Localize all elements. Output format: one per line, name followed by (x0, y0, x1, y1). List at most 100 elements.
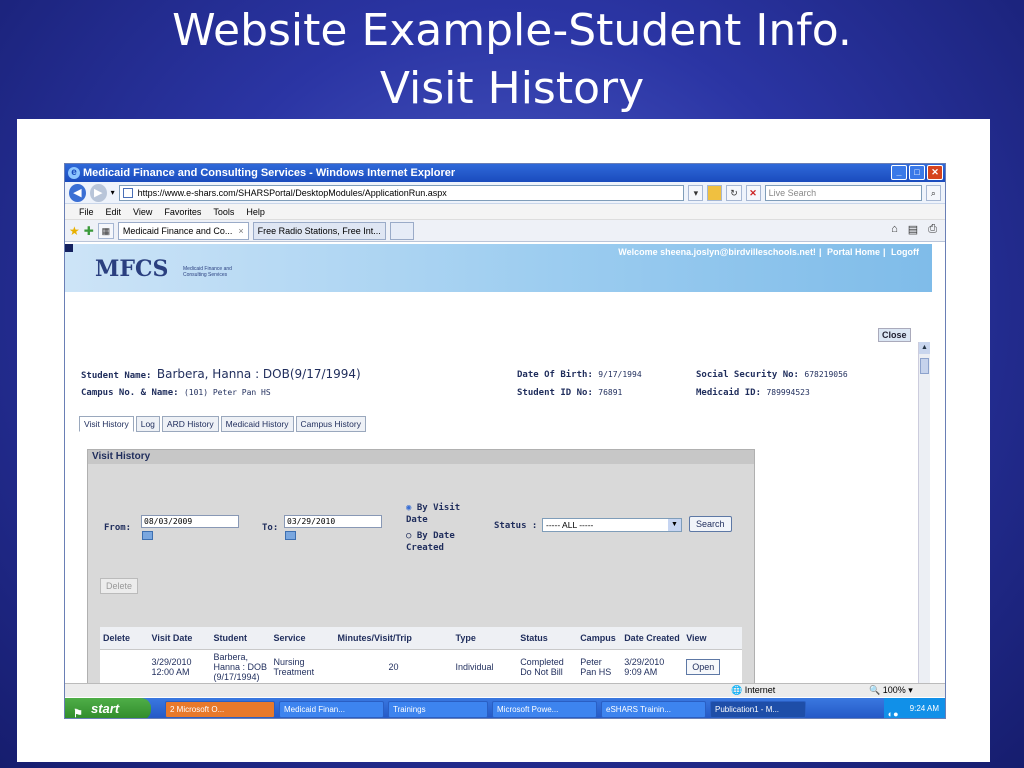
print-icon[interactable]: ⎙ (928, 223, 937, 236)
search-input[interactable]: Live Search (764, 184, 922, 201)
portal-home-link[interactable]: Portal Home (827, 247, 880, 257)
taskbar-item-publication[interactable]: Publication1 - M... (710, 700, 806, 718)
add-favorite-icon[interactable]: ✚ (84, 224, 94, 238)
address-dropdown-button[interactable]: ▾ (688, 184, 704, 201)
open-button[interactable]: Open (686, 658, 721, 675)
delete-button[interactable]: Delete (100, 578, 139, 594)
page-icon (122, 187, 133, 198)
close-window-button[interactable]: ✕ (927, 165, 943, 180)
tab-medicaid-history[interactable]: Medicaid History (220, 416, 294, 432)
menu-edit[interactable]: Edit (106, 204, 122, 219)
back-button[interactable]: ◀ (69, 183, 86, 202)
ssn-value: 678219056 (804, 370, 848, 379)
student-id-value: 76891 (598, 388, 623, 397)
col-service[interactable]: Service (270, 627, 335, 650)
slide-title-line2: Visit History (379, 63, 645, 114)
scroll-thumb[interactable] (920, 358, 929, 374)
taskbar-item-medicaid[interactable]: Medicaid Finan... (279, 700, 384, 718)
banner-corner (65, 244, 73, 252)
to-label: To: (262, 523, 279, 533)
forward-button[interactable]: ▶ (89, 183, 107, 202)
tab-close-icon[interactable]: × (238, 223, 243, 239)
dob-label: Date Of Birth: (517, 370, 593, 380)
scroll-up-icon[interactable]: ▲ (919, 342, 930, 354)
radio-by-date-created[interactable]: ○ By Date Created (406, 530, 478, 554)
search-icon[interactable]: ⌕ (925, 184, 941, 201)
new-tab-button[interactable] (389, 221, 414, 240)
logoff-link[interactable]: Logoff (891, 247, 919, 257)
cell-delete (100, 649, 148, 684)
tab-log[interactable]: Log (135, 416, 160, 432)
menu-view[interactable]: View (133, 204, 152, 219)
col-status[interactable]: Status (517, 627, 578, 650)
col-campus[interactable]: Campus (577, 627, 622, 650)
col-student[interactable]: Student (210, 627, 271, 650)
browser-status-bar: 🌐 Internet 🔍 100% ▾ (65, 683, 945, 697)
tray-icons[interactable]: ◐● (888, 703, 899, 718)
status-label: Status : (494, 521, 538, 531)
menu-favorites[interactable]: Favorites (164, 204, 201, 219)
start-button[interactable]: ⚑ start (65, 698, 151, 719)
refresh-button[interactable]: ↻ (726, 184, 742, 201)
tab-ard-history[interactable]: ARD History (161, 416, 219, 432)
col-date-created[interactable]: Date Created (621, 627, 684, 650)
medicaid-row: Medicaid ID: 789994523 (696, 388, 810, 398)
stop-button[interactable]: ✕ (745, 184, 761, 201)
visit-history-heading: Visit History (88, 450, 754, 464)
to-date-input[interactable]: 03/29/2010 (284, 515, 382, 528)
page-viewport: MFCS Medicaid Finance and Consulting Ser… (65, 244, 932, 684)
col-type[interactable]: Type (452, 627, 518, 650)
student-id-label: Student ID No: (517, 388, 593, 398)
taskbar-item-trainings[interactable]: Trainings (388, 700, 488, 718)
menu-help[interactable]: Help (246, 204, 265, 219)
col-view[interactable]: View (683, 627, 742, 650)
favorites-star-icon[interactable]: ★ (69, 224, 80, 238)
menu-file[interactable]: File (79, 204, 94, 219)
zoom-control[interactable]: 🔍 100% ▾ (869, 684, 913, 697)
lock-icon[interactable] (707, 184, 723, 201)
cell-status: Completed Do Not Bill (520, 656, 564, 677)
col-minutes[interactable]: Minutes/Visit/Trip (334, 627, 453, 650)
from-calendar-icon[interactable] (142, 531, 153, 540)
feeds-icon[interactable]: ▤ (908, 223, 918, 236)
status-select[interactable]: ----- ALL ----- ▼ (542, 518, 682, 532)
home-icon[interactable]: ⌂ (891, 223, 898, 236)
cell-campus: Peter Pan HS (580, 656, 612, 677)
history-dropdown-icon[interactable]: ▾ (111, 188, 115, 197)
from-date-input[interactable]: 08/03/2009 (141, 515, 239, 528)
medicaid-label: Medicaid ID: (696, 388, 762, 398)
tab-visit-history[interactable]: Visit History (79, 416, 134, 432)
campus-value: (101) Peter Pan HS (183, 388, 271, 397)
search-button[interactable]: Search (689, 516, 732, 532)
col-delete[interactable]: Delete (100, 627, 149, 650)
site-banner: MFCS Medicaid Finance and Consulting Ser… (65, 244, 932, 292)
radio-by-visit-date[interactable]: ◉ By Visit Date (406, 502, 476, 526)
windows-taskbar: ⚑ start 2 Microsoft O... Medicaid Finan.… (65, 698, 945, 719)
vertical-scrollbar[interactable]: ▲ ▼ (918, 342, 930, 684)
taskbar-item-eshars[interactable]: eSHARS Trainin... (601, 700, 706, 718)
slide-title-line1: Website Example-Student Info. (172, 5, 852, 56)
tab-medicaid[interactable]: Medicaid Finance and Co... × (117, 221, 249, 240)
col-visit-date[interactable]: Visit Date (148, 627, 211, 650)
system-tray: ◐● 9:24 AM (883, 698, 945, 718)
quick-tabs-icon[interactable]: ▦ (97, 222, 114, 239)
radio-unchecked-icon: ○ (406, 531, 412, 541)
address-input[interactable]: https://www.e-shars.com/SHARSPortal/Desk… (118, 184, 685, 201)
tab-campus-history[interactable]: Campus History (295, 416, 366, 432)
close-button[interactable]: Close (878, 328, 911, 342)
student-name-row: Student Name: Barbera, Hanna : DOB(9/17/… (81, 367, 361, 381)
windows-flag-icon: ⚑ (73, 708, 83, 719)
maximize-button[interactable]: □ (909, 165, 925, 180)
address-bar-row: ◀ ▶ ▾ https://www.e-shars.com/SHARSPorta… (65, 182, 945, 204)
taskbar-item-powerpoint[interactable]: Microsoft Powe... (492, 700, 597, 718)
table-header-row: Delete Visit Date Student Service Minute… (100, 627, 742, 650)
menu-tools[interactable]: Tools (213, 204, 234, 219)
campus-label: Campus No. & Name: (81, 388, 179, 398)
cell-minutes: 20 (388, 661, 399, 672)
tab-radio[interactable]: Free Radio Stations, Free Int... (252, 221, 386, 240)
taskbar-item-outlook[interactable]: 2 Microsoft O... (165, 700, 275, 718)
zone-indicator: 🌐 Internet (731, 685, 776, 695)
to-calendar-icon[interactable] (285, 531, 296, 540)
campus-row: Campus No. & Name: (101) Peter Pan HS (81, 388, 271, 398)
minimize-button[interactable]: _ (891, 165, 907, 180)
